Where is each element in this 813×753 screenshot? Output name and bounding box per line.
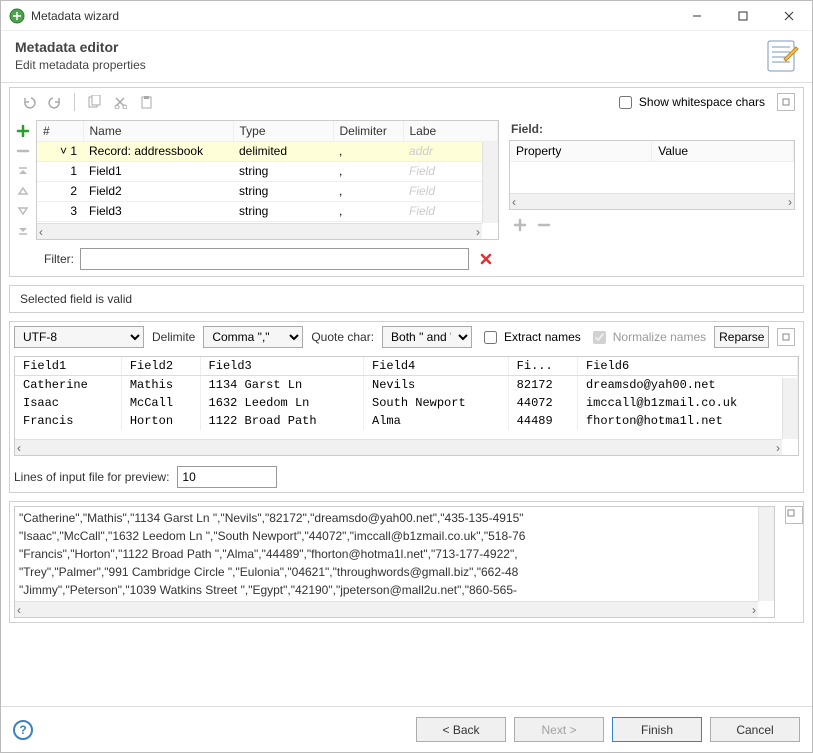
fields-side-toolbar (14, 120, 32, 240)
move-up-button[interactable] (14, 182, 32, 200)
filter-input[interactable] (80, 248, 469, 270)
preview-col[interactable]: Fi... (508, 357, 577, 376)
raw-content: "Catherine","Mathis","1134 Garst Ln ","N… (15, 507, 758, 601)
preview-col[interactable]: Field3 (200, 357, 363, 376)
preview-col[interactable]: Field6 (577, 357, 797, 376)
raw-text-view[interactable]: "Catherine","Mathis","1134 Garst Ln ","N… (14, 506, 775, 618)
move-down-button[interactable] (14, 202, 32, 220)
raw-scrollbar-h[interactable]: ‹› (15, 601, 758, 617)
cancel-button[interactable]: Cancel (710, 717, 800, 742)
field-panel-title: Field: (511, 122, 795, 136)
redo-button[interactable] (44, 92, 66, 112)
show-whitespace-label: Show whitespace chars (639, 95, 765, 109)
delimiter-label: Delimite (152, 330, 195, 344)
preview-row[interactable]: IsaacMcCall1632 Leedom LnSouth Newport44… (15, 394, 798, 412)
maximize-button[interactable] (720, 1, 766, 31)
col-type[interactable]: Type (233, 121, 333, 141)
encoding-select[interactable]: UTF-8 (14, 326, 144, 348)
delimiter-select[interactable]: Comma "," (203, 326, 303, 348)
close-button[interactable] (766, 1, 812, 31)
raw-section: "Catherine","Mathis","1134 Garst Ln ","N… (9, 501, 804, 623)
table-row[interactable]: 1 Field1 string , Field (37, 161, 498, 181)
col-num[interactable]: # (37, 121, 83, 141)
cut-button[interactable] (109, 92, 131, 112)
remove-property-button[interactable] (535, 216, 553, 234)
col-property[interactable]: Property (510, 141, 652, 161)
fields-grid[interactable]: # Name Type Delimiter Labe ˅ 1 Record: a… (36, 120, 499, 240)
app-icon (9, 8, 25, 24)
preview-row[interactable]: FrancisHorton1122 Broad PathAlma44489fho… (15, 412, 798, 430)
dialog-window: Metadata wizard Metadata editor Edit met… (0, 0, 813, 753)
add-property-button[interactable] (511, 216, 529, 234)
preview-col[interactable]: Field2 (121, 357, 200, 376)
fields-scrollbar-h[interactable]: ‹› (37, 223, 482, 239)
window-title: Metadata wizard (31, 9, 674, 23)
table-row[interactable]: ˅ 1 Record: addressbook delimited , addr (37, 141, 498, 161)
paste-button[interactable] (135, 92, 157, 112)
preview-col[interactable]: Field4 (364, 357, 509, 376)
field-detail-panel: Field: Property Value ‹› (503, 116, 803, 276)
metadata-toolbar: Show whitespace chars (10, 88, 803, 116)
fields-panel: # Name Type Delimiter Labe ˅ 1 Record: a… (10, 116, 503, 276)
separator-icon (74, 93, 75, 111)
raw-menu-button[interactable] (785, 506, 803, 524)
table-row[interactable]: 3 Field3 string , Field (37, 201, 498, 221)
property-grid[interactable]: Property Value ‹› (509, 140, 795, 210)
minimize-button[interactable] (674, 1, 720, 31)
col-label[interactable]: Labe (403, 121, 498, 141)
back-button[interactable]: < Back (416, 717, 506, 742)
preview-grid[interactable]: Field1 Field2 Field3 Field4 Fi... Field6… (14, 356, 799, 456)
help-button[interactable]: ? (13, 720, 33, 740)
extract-names-checkbox[interactable]: Extract names (480, 328, 581, 347)
show-whitespace-checkbox[interactable]: Show whitespace chars (615, 93, 765, 112)
undo-button[interactable] (18, 92, 40, 112)
remove-field-button[interactable] (14, 142, 32, 160)
clear-filter-button[interactable] (475, 248, 497, 270)
status-message: Selected field is valid (9, 285, 804, 313)
col-name[interactable]: Name (83, 121, 233, 141)
preview-row[interactable]: CatherineMathis1134 Garst LnNevils82172d… (15, 376, 798, 395)
preview-menu-button[interactable] (777, 328, 795, 346)
raw-scrollbar-v[interactable] (758, 507, 774, 601)
move-bottom-button[interactable] (14, 222, 32, 240)
page-subtitle: Edit metadata properties (15, 58, 756, 72)
filter-label: Filter: (44, 252, 74, 266)
page-title: Metadata editor (15, 39, 756, 55)
move-top-button[interactable] (14, 162, 32, 180)
editor-icon (766, 39, 798, 71)
menu-toggle-button[interactable] (777, 93, 795, 111)
normalize-names-checkbox: Normalize names (589, 328, 706, 347)
add-field-button[interactable] (14, 122, 32, 140)
quote-label: Quote char: (311, 330, 374, 344)
copy-button[interactable] (83, 92, 105, 112)
wizard-button-bar: ? < Back Next > Finish Cancel (1, 706, 812, 752)
col-delimiter[interactable]: Delimiter (333, 121, 403, 141)
preview-col[interactable]: Field1 (15, 357, 121, 376)
lines-input[interactable] (177, 466, 277, 488)
metadata-section: Show whitespace chars (9, 87, 804, 277)
quote-select[interactable]: Both " and ' (382, 326, 472, 348)
preview-section: UTF-8 Delimite Comma "," Quote char: Bot… (9, 321, 804, 493)
titlebar: Metadata wizard (1, 1, 812, 31)
next-button: Next > (514, 717, 604, 742)
col-value[interactable]: Value (652, 141, 794, 161)
finish-button[interactable]: Finish (612, 717, 702, 742)
reparse-button[interactable]: Reparse (714, 326, 769, 348)
lines-label: Lines of input file for preview: (14, 470, 169, 484)
page-header: Metadata editor Edit metadata properties (1, 31, 812, 83)
preview-scrollbar-v[interactable] (782, 378, 798, 439)
preview-scrollbar-h[interactable]: ‹› (15, 439, 782, 455)
property-scrollbar-h[interactable]: ‹› (510, 193, 794, 209)
fields-scrollbar-v[interactable] (482, 142, 498, 223)
show-whitespace-input[interactable] (619, 96, 632, 109)
table-row[interactable]: 2 Field2 string , Field (37, 181, 498, 201)
